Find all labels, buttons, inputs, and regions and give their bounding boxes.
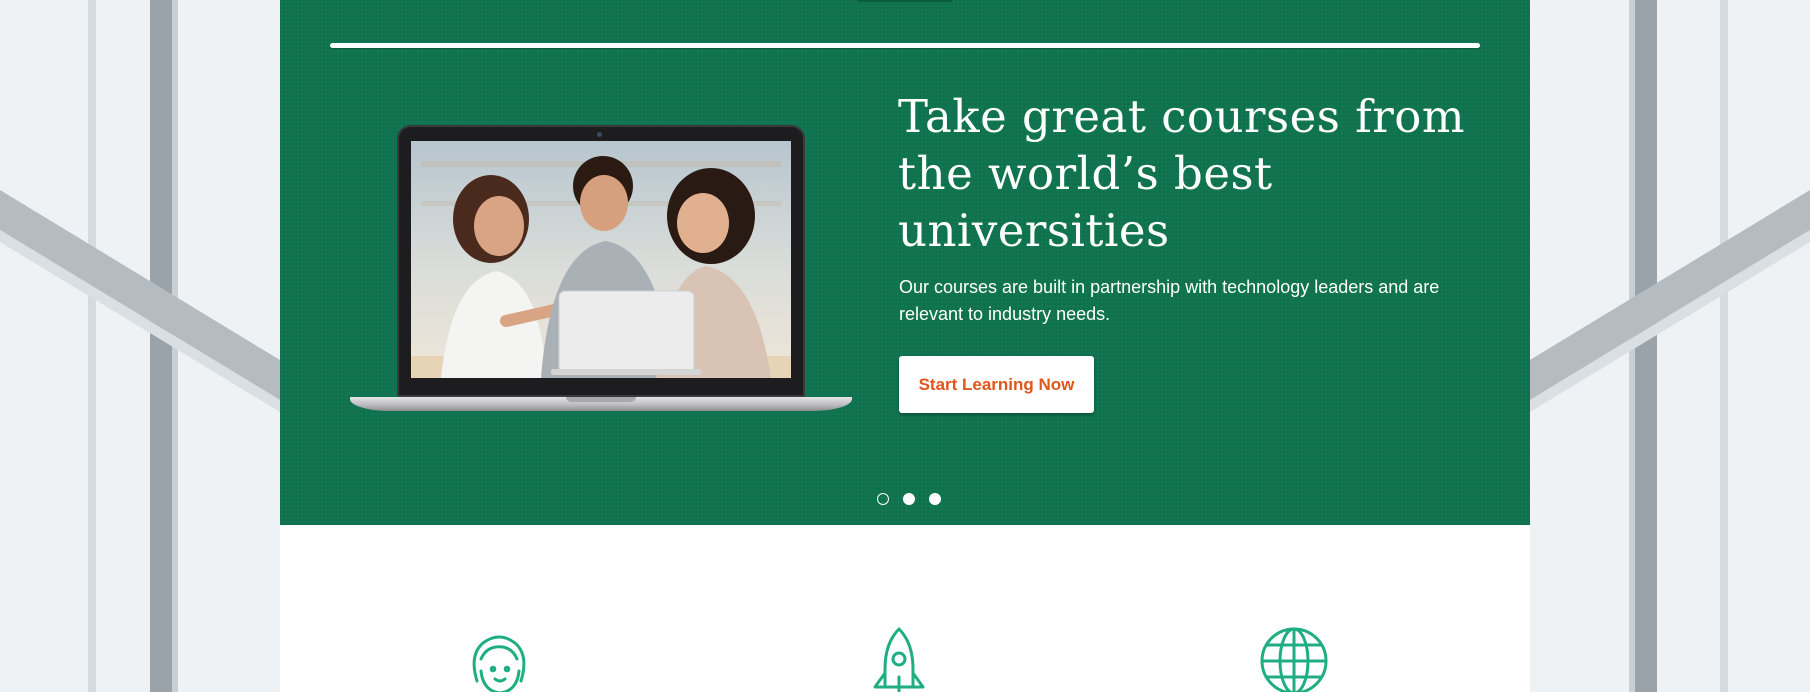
laptop-lid xyxy=(397,125,805,397)
background-architecture-right xyxy=(1530,0,1810,692)
laptop-notch xyxy=(566,397,636,402)
rocket-icon xyxy=(873,627,925,692)
hero-subtitle: Our courses are built in partnership wit… xyxy=(899,277,1440,324)
hero-divider xyxy=(330,43,1480,48)
hero-slider: Take great courses from the world’s best… xyxy=(280,0,1530,525)
hero-title: Take great courses from the world’s best… xyxy=(898,90,1466,257)
laptop-illustration xyxy=(350,125,852,415)
slide-dot-3[interactable] xyxy=(929,493,941,505)
laptop-screen-photo xyxy=(411,141,791,378)
slider-pagination xyxy=(877,493,941,507)
start-learning-button[interactable]: Start Learning Now xyxy=(899,356,1094,413)
students-photo-image xyxy=(411,141,791,378)
page: Take great courses from the world’s best… xyxy=(0,0,1810,692)
content-container: Take great courses from the world’s best… xyxy=(280,0,1530,692)
slide-dot-2[interactable] xyxy=(903,493,915,505)
laptop-camera xyxy=(597,132,602,137)
background-architecture-left xyxy=(0,0,280,692)
slide-dot-1[interactable] xyxy=(877,493,889,505)
student-girl-icon xyxy=(472,635,526,692)
header-tab xyxy=(855,0,955,2)
globe-icon xyxy=(1260,627,1328,692)
